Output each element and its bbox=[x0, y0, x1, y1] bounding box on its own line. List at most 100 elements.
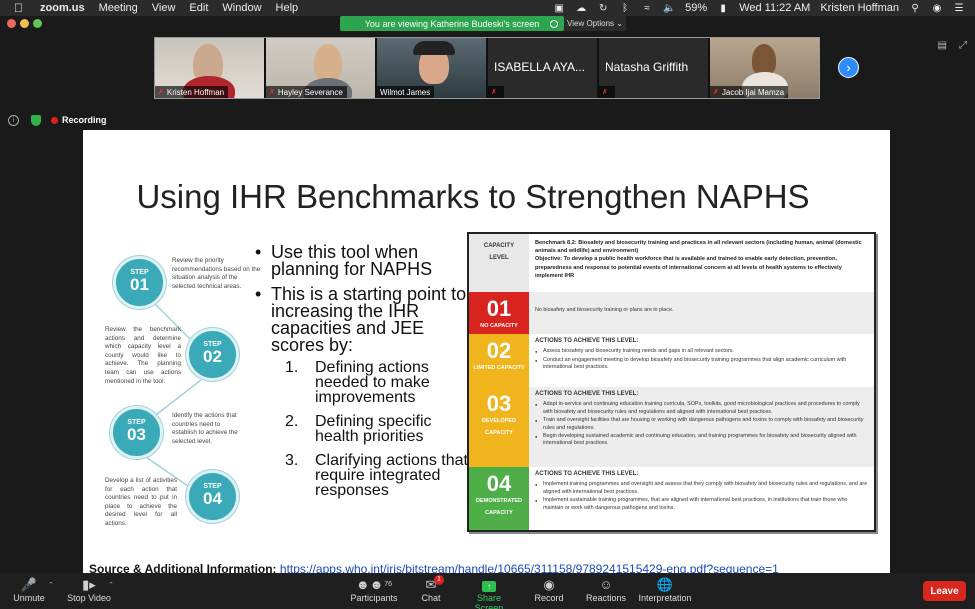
meeting-status-row: i Recording bbox=[8, 114, 107, 126]
battery-icon[interactable]: ▮ bbox=[717, 3, 729, 14]
muted-mic-icon: ✗ bbox=[269, 89, 275, 96]
slide-bullets: Use this tool when planning for NAPHS Th… bbox=[255, 243, 471, 507]
step-02-circle: STEP 02 bbox=[186, 328, 239, 381]
minimize-window-button[interactable] bbox=[20, 19, 29, 28]
next-participants-button[interactable]: › bbox=[838, 57, 859, 78]
participant-video bbox=[413, 41, 455, 55]
zoom-status-icon[interactable]: ▣ bbox=[553, 3, 565, 14]
chevron-down-icon: ⌄ bbox=[614, 19, 623, 28]
participant-tile[interactable]: ✗ Kristen Hoffman bbox=[155, 38, 264, 98]
layout-controls: ▤ ⤢ bbox=[938, 40, 967, 51]
bullet-item: This is a starting point to increasing t… bbox=[255, 285, 471, 354]
mac-menu-bar:  zoom.us Meeting View Edit Window Help … bbox=[0, 0, 975, 16]
close-window-button[interactable] bbox=[7, 19, 16, 28]
shared-screen-slide: Using IHR Benchmarks to Strengthen NAPHS… bbox=[83, 130, 890, 573]
interpretation-button[interactable]: 🌐 Interpretation bbox=[638, 577, 692, 603]
video-camera-icon: ▮▸ bbox=[82, 577, 96, 592]
menu-extras: ▣ ☁ ↻ ᛒ ≈ 🔈 59% ▮ Wed 11:22 AM Kristen H… bbox=[553, 0, 975, 16]
menu-help[interactable]: Help bbox=[276, 2, 299, 14]
muted-mic-icon: ✗ bbox=[491, 89, 497, 96]
muted-microphone-icon: 🎤 bbox=[20, 577, 38, 592]
participant-display-name: Natasha Griffith bbox=[605, 60, 689, 74]
fullscreen-window-button[interactable] bbox=[33, 19, 42, 28]
menu-view[interactable]: View bbox=[152, 2, 176, 14]
chevron-right-icon: › bbox=[846, 60, 851, 75]
globe-icon: 🌐 bbox=[656, 577, 674, 592]
gallery-layout-icon[interactable]: ▤ bbox=[938, 40, 947, 51]
banner-status-icon bbox=[550, 19, 558, 28]
volume-icon[interactable]: 🔈 bbox=[663, 3, 675, 14]
wifi-icon[interactable]: ≈ bbox=[641, 3, 653, 14]
share-screen-button[interactable]: ↑ Share Screen bbox=[462, 577, 516, 609]
step-03-circle: STEP 03 bbox=[110, 406, 163, 459]
benchmark-description: Benchmark 8.2: Biosafety and biosecurity… bbox=[535, 240, 862, 279]
source-label: Source & Additional Information: bbox=[89, 562, 277, 573]
step-02-text: Review the benchmark actions and determi… bbox=[105, 326, 181, 385]
step-04-text: Develop a list of activities for each ac… bbox=[105, 477, 177, 527]
share-screen-icon: ↑ bbox=[482, 581, 496, 592]
step-01-text: Review the priority recommendations base… bbox=[172, 257, 261, 290]
record-button[interactable]: ◉ Record bbox=[533, 577, 565, 603]
viewing-screen-banner: You are viewing Katherine Budeski's scre… bbox=[340, 16, 564, 31]
numbered-list: 1. Defining actions needed to make improv… bbox=[285, 359, 471, 499]
participant-video bbox=[314, 44, 342, 82]
numbered-item: 3. Clarifying actions that require integr… bbox=[285, 452, 468, 499]
view-options-label: View Options bbox=[567, 19, 615, 28]
apple-icon[interactable]:  bbox=[14, 1, 28, 15]
participants-button[interactable]: ☻☻76 Participants bbox=[350, 577, 398, 603]
participant-name-tag: ✗ Hayley Severance bbox=[266, 86, 347, 98]
participant-count: 76 bbox=[384, 581, 393, 588]
level-04-body: ACTIONS TO ACHIEVE THIS LEVEL: Implement… bbox=[529, 467, 874, 530]
leave-meeting-button[interactable]: Leave bbox=[923, 581, 966, 601]
clock[interactable]: Wed 11:22 AM bbox=[739, 2, 810, 14]
participant-tile[interactable]: ✗ Jacob Ijai Mamza bbox=[710, 38, 819, 98]
creative-cloud-icon[interactable]: ☁ bbox=[575, 3, 587, 14]
menu-meeting[interactable]: Meeting bbox=[99, 2, 138, 14]
participants-icon: ☻☻76 bbox=[355, 577, 393, 592]
participant-name-tag: ✗ Kristen Hoffman bbox=[155, 86, 229, 98]
participant-name-tag: ✗ Jacob Ijai Mamza bbox=[710, 86, 789, 98]
muted-mic-icon: ✗ bbox=[158, 89, 164, 96]
source-line: Source & Additional Information: https:/… bbox=[89, 562, 779, 573]
meeting-toolbar: 🎤 Unmute ⌃ ▮▸ Stop Video ⌃ ☻☻76 Particip… bbox=[0, 573, 975, 609]
viewing-screen-text: You are viewing Katherine Budeski's scre… bbox=[364, 18, 540, 29]
chat-button[interactable]: ✉ 1 Chat bbox=[420, 575, 444, 603]
menu-edit[interactable]: Edit bbox=[189, 2, 208, 14]
siri-icon[interactable]: ◉ bbox=[931, 3, 943, 14]
participant-tile[interactable]: ISABELLA AYA... ✗ bbox=[488, 38, 597, 98]
audio-options-caret-icon[interactable]: ⌃ bbox=[48, 581, 54, 589]
spotlight-icon[interactable]: ⚲ bbox=[909, 3, 921, 14]
level-03-cell: 03 DEVELOPED CAPACITY bbox=[469, 387, 529, 467]
exit-fullscreen-icon[interactable]: ⤢ bbox=[959, 40, 967, 51]
menu-app[interactable]: zoom.us bbox=[40, 2, 85, 14]
reactions-button[interactable]: ☺ Reactions bbox=[585, 577, 627, 603]
muted-mic-icon: ✗ bbox=[713, 89, 719, 96]
notification-center-icon[interactable]: ☰ bbox=[953, 3, 965, 14]
battery-percent: 59% bbox=[685, 2, 708, 14]
time-machine-icon[interactable]: ↻ bbox=[597, 3, 609, 14]
unmute-button[interactable]: 🎤 Unmute bbox=[12, 577, 46, 603]
meeting-info-icon[interactable]: i bbox=[8, 114, 19, 126]
zoom-window:  zoom.us Meeting View Edit Window Help … bbox=[0, 0, 975, 609]
source-link[interactable]: https://apps.who.int/iris/bitstream/hand… bbox=[280, 562, 779, 573]
participant-tile[interactable]: ✗ Hayley Severance bbox=[266, 38, 375, 98]
muted-mic-icon: ✗ bbox=[602, 89, 608, 96]
reactions-smiley-icon: ☺ bbox=[599, 577, 613, 592]
participant-name-tag: Wilmot James bbox=[377, 86, 435, 98]
capacity-level-header: CAPACITY LEVEL bbox=[469, 234, 529, 292]
record-icon: ◉ bbox=[543, 577, 555, 592]
bluetooth-icon[interactable]: ᛒ bbox=[619, 3, 631, 14]
participant-tile[interactable]: Wilmot James bbox=[377, 38, 486, 98]
participant-display-name: ISABELLA AYA... bbox=[494, 60, 585, 74]
numbered-item: 1. Defining actions needed to make improv… bbox=[285, 359, 430, 406]
recording-dot-icon bbox=[51, 116, 58, 124]
video-options-caret-icon[interactable]: ⌃ bbox=[108, 581, 114, 589]
menu-user[interactable]: Kristen Hoffman bbox=[820, 2, 899, 14]
encryption-shield-icon[interactable] bbox=[31, 114, 41, 126]
participant-tile[interactable]: Natasha Griffith ✗ bbox=[599, 38, 708, 98]
view-options-button[interactable]: View Options ⌄ bbox=[564, 16, 626, 31]
stop-video-button[interactable]: ▮▸ Stop Video bbox=[66, 577, 112, 603]
menu-window[interactable]: Window bbox=[222, 2, 261, 14]
chat-unread-badge: 1 bbox=[434, 575, 444, 585]
level-03-body: ACTIONS TO ACHIEVE THIS LEVEL: Adapt in-… bbox=[529, 387, 874, 467]
